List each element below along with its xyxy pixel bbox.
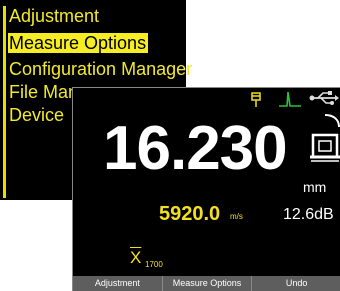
xbar-symbol: X [130, 248, 142, 267]
softkey-measure-options[interactable]: Measure Options [161, 276, 252, 291]
softkey-adjustment[interactable]: Adjustment [73, 276, 162, 291]
probe-icon [310, 114, 340, 162]
menu-item-configuration-manager[interactable]: Configuration Manager [9, 59, 192, 79]
measurement-screen: 16.230 mm 5920.0 m/s 12.6dB X 1700 Adjus… [72, 87, 340, 291]
xbar-subscript: 1700 [145, 260, 163, 269]
usb-icon [309, 91, 339, 105]
velocity-value: 5920.0 [159, 203, 221, 225]
menu-edge [3, 6, 6, 198]
softkey-undo[interactable]: Undo [251, 276, 340, 291]
waveform-icon [279, 91, 301, 107]
flag-icon [251, 92, 261, 107]
menu-item-adjustment[interactable]: Adjustment [9, 6, 99, 26]
menu-item-device[interactable]: Device [9, 105, 64, 125]
menu-item-measure-options[interactable]: Measure Options [8, 33, 149, 53]
velocity-unit: m/s [230, 212, 243, 221]
thickness-unit: mm [303, 179, 327, 195]
softkey-bar: Adjustment Measure Options Undo [73, 276, 340, 291]
thickness-reading: 16.230 [103, 114, 288, 183]
gain-value: 12.6dB [283, 206, 334, 223]
